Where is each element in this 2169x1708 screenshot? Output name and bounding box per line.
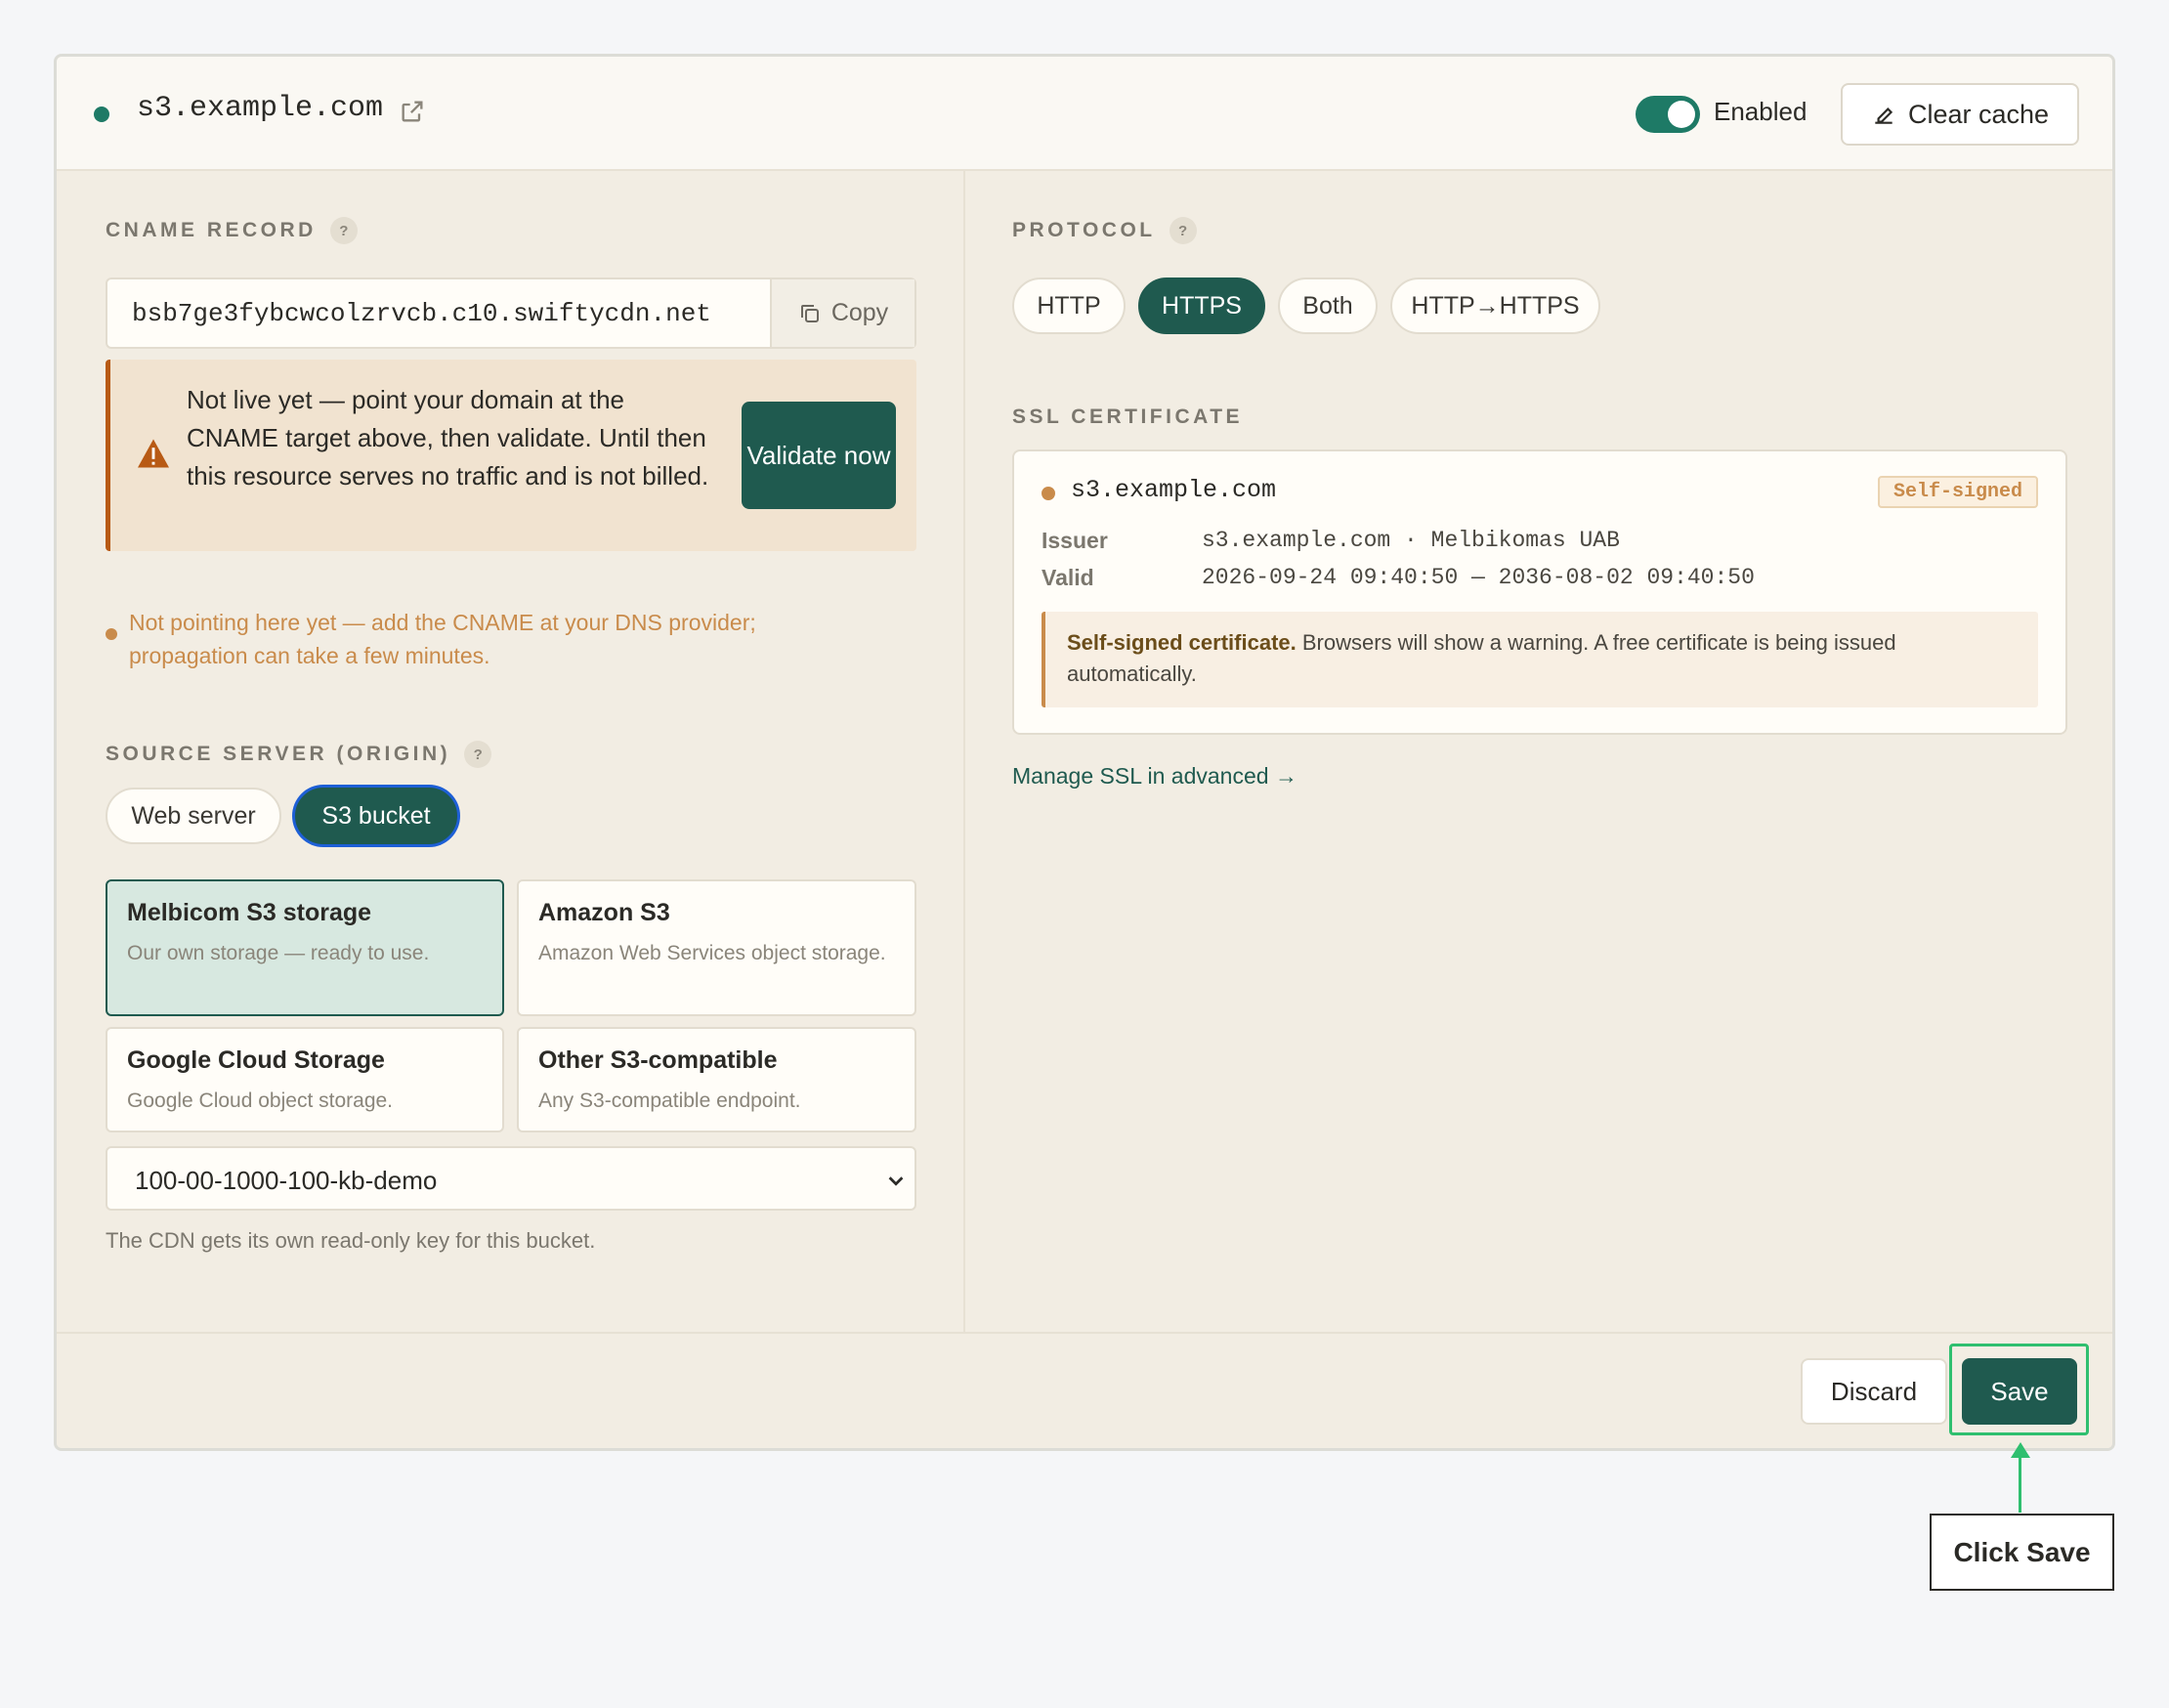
- manage-ssl-link[interactable]: Manage SSL in advanced →: [1012, 763, 1297, 790]
- clear-cache-label: Clear cache: [1907, 99, 2050, 129]
- cname-label-text: CNAME RECORD: [106, 219, 317, 241]
- self-signed-badge: Self-signed: [1877, 476, 2038, 508]
- storage-option-melbicom[interactable]: Melbicom S3 storage Our own storage — re…: [106, 879, 504, 1016]
- option-desc: Our own storage — ready to use.: [127, 942, 430, 964]
- self-signed-note: Self-signed certificate. Browsers will s…: [1042, 612, 2038, 707]
- protocol-both[interactable]: Both: [1278, 278, 1378, 334]
- option-desc: Amazon Web Services object storage.: [538, 942, 886, 964]
- origin-label: SOURCE SERVER (ORIGIN) ?: [106, 741, 492, 768]
- option-title: Google Cloud Storage: [127, 1046, 385, 1074]
- option-title: Other S3-compatible: [538, 1046, 778, 1074]
- option-desc: Google Cloud object storage.: [127, 1089, 394, 1112]
- storage-option-amazon-s3[interactable]: Amazon S3 Amazon Web Services object sto…: [517, 879, 916, 1016]
- clear-cache-button[interactable]: Clear cache: [1841, 83, 2079, 146]
- protocol-label: PROTOCOL ?: [1012, 217, 1197, 244]
- save-highlight: [1949, 1344, 2089, 1435]
- ssl-label: SSL CERTIFICATE: [1012, 406, 1244, 428]
- column-divider: [963, 171, 965, 1334]
- cname-value: bsb7ge3fybcwcolzrvcb.c10.swiftycdn.net: [132, 299, 711, 328]
- chevron-down-icon: [888, 1176, 904, 1186]
- external-link-icon[interactable]: [399, 98, 426, 125]
- status-dot: [94, 107, 109, 122]
- resource-header: s3.example.com Enabled Clear cache: [57, 57, 2112, 171]
- issuer-value: s3.example.com · Melbikomas UAB: [1202, 528, 1620, 553]
- storage-option-other-s3[interactable]: Other S3-compatible Any S3-compatible en…: [517, 1027, 916, 1132]
- help-icon[interactable]: ?: [329, 217, 358, 244]
- cname-label: CNAME RECORD ?: [106, 217, 358, 244]
- protocol-label-text: PROTOCOL: [1012, 219, 1156, 241]
- storage-option-google-cloud[interactable]: Google Cloud Storage Google Cloud object…: [106, 1027, 504, 1132]
- option-title: Amazon S3: [538, 899, 670, 926]
- copy-button[interactable]: Copy: [770, 279, 914, 347]
- option-desc: Any S3-compatible endpoint.: [538, 1089, 801, 1112]
- pending-dot: [106, 628, 117, 640]
- arrow-line: [2019, 1450, 2021, 1513]
- ssl-domain: s3.example.com: [1071, 476, 1277, 504]
- warning-icon: [138, 439, 169, 468]
- origin-type-s3-bucket[interactable]: S3 bucket: [295, 788, 457, 844]
- help-icon[interactable]: ?: [464, 741, 492, 768]
- valid-value: 2026-09-24 09:40:50 — 2036-08-02 09:40:5…: [1202, 565, 1755, 590]
- bucket-note: The CDN gets its own read-only key for t…: [106, 1228, 596, 1253]
- protocol-https[interactable]: HTTPS: [1138, 278, 1265, 334]
- discard-button[interactable]: Discard: [1801, 1358, 1947, 1425]
- ssl-status-dot: [1042, 487, 1055, 500]
- ssl-certificate-card: s3.example.com Self-signed Issuer s3.exa…: [1012, 449, 2067, 735]
- protocol-http[interactable]: HTTP: [1012, 278, 1126, 334]
- enabled-label: Enabled: [1714, 97, 1808, 126]
- copy-icon: [800, 304, 819, 322]
- resource-card: s3.example.com Enabled Clear cache CNAME…: [54, 54, 2115, 1451]
- protocol-http-to-https[interactable]: HTTP→HTTPS: [1390, 278, 1600, 334]
- option-title: Melbicom S3 storage: [127, 899, 372, 926]
- click-save-callout: Click Save: [1930, 1514, 2114, 1591]
- bucket-select-value: 100-00-1000-100-kb-demo: [135, 1166, 438, 1195]
- origin-label-text: SOURCE SERVER (ORIGIN): [106, 743, 451, 765]
- warning-text: Not live yet — point your domain at the …: [187, 385, 709, 491]
- ssl-note-bold: Self-signed certificate.: [1067, 630, 1297, 655]
- eraser-icon: [1875, 107, 1893, 124]
- dns-pending-text: Not pointing here yet — add the CNAME at…: [129, 610, 756, 668]
- cname-field[interactable]: bsb7ge3fybcwcolzrvcb.c10.swiftycdn.net C…: [106, 278, 916, 349]
- valid-label: Valid: [1042, 565, 1094, 590]
- validate-now-button[interactable]: Validate now: [742, 402, 896, 509]
- footer-bar: Discard Save: [57, 1332, 2112, 1448]
- issuer-label: Issuer: [1042, 528, 1108, 553]
- bucket-select[interactable]: 100-00-1000-100-kb-demo: [106, 1146, 916, 1211]
- help-icon[interactable]: ?: [1169, 217, 1197, 244]
- origin-type-web-server[interactable]: Web server: [106, 788, 281, 844]
- copy-label: Copy: [830, 299, 889, 326]
- resource-domain: s3.example.com: [137, 92, 384, 125]
- enabled-toggle[interactable]: [1636, 96, 1700, 133]
- not-live-warning: Not live yet — point your domain at the …: [106, 360, 916, 551]
